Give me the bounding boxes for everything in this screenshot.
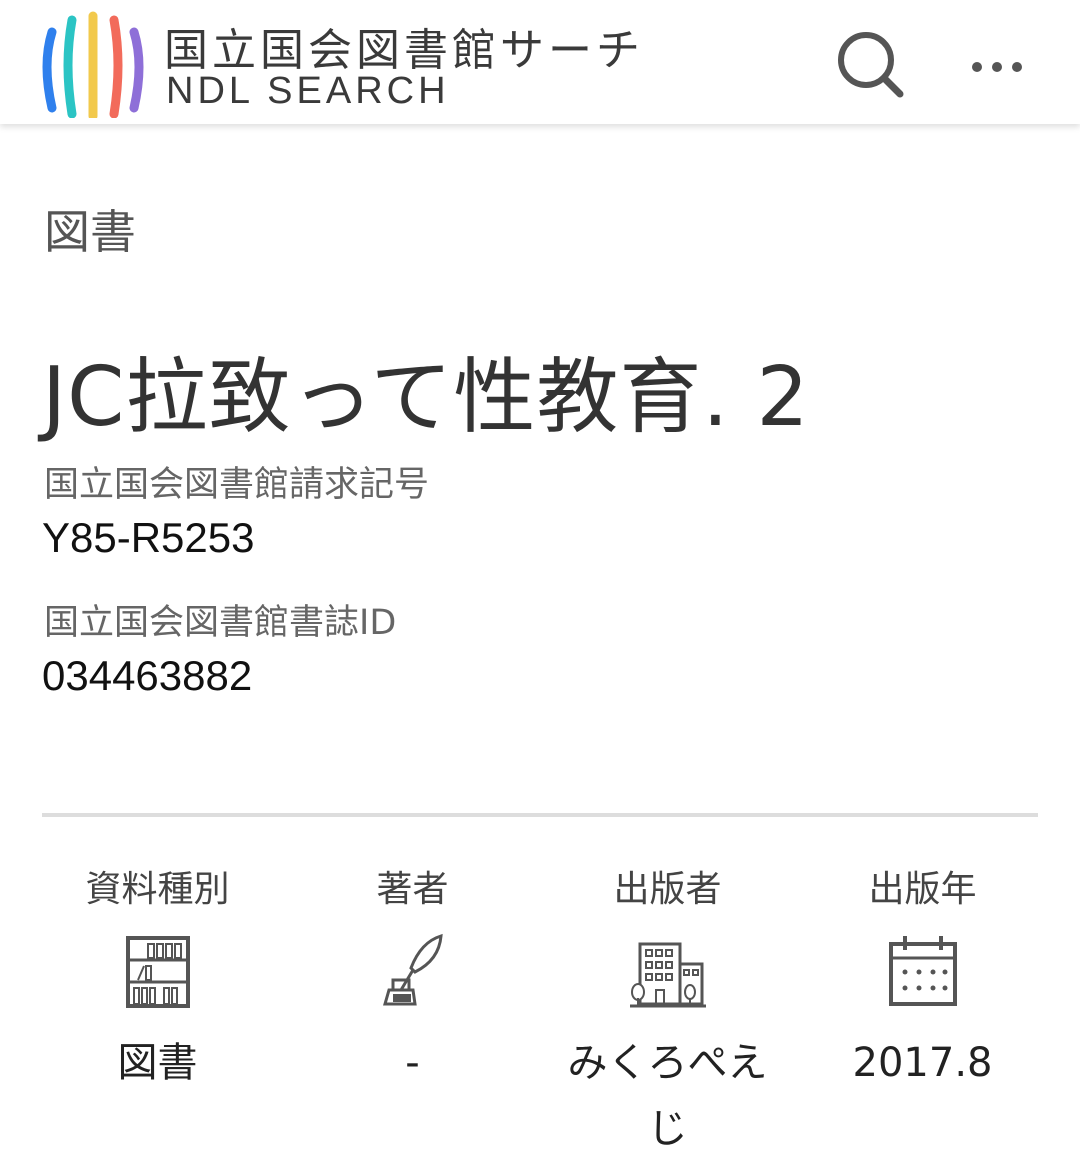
logo-text-english[interactable]: NDL SEARCH xyxy=(166,70,450,113)
summary-label: 資料種別 xyxy=(85,869,230,910)
record-title: JC拉致って性教育. 2 xyxy=(42,350,810,445)
summary-value: みくろぺえじ xyxy=(567,1040,768,1152)
quill-pen-icon xyxy=(382,933,443,1006)
record-summary: 資料種別 図書 著者 - 出版者 みくろぺえじ 出版年 2017.8 xyxy=(30,860,1050,1155)
summary-label: 著者 xyxy=(376,869,449,910)
app-header: 国立国会図書館サーチ NDL SEARCH xyxy=(0,0,1080,124)
bibliographic-id-value: 034463882 xyxy=(42,652,253,699)
call-number-value: Y85-R5253 xyxy=(42,514,255,561)
ndl-logo-icon[interactable] xyxy=(40,10,146,118)
logo-stroke-red xyxy=(109,15,123,118)
section-divider xyxy=(42,813,1038,817)
material-category: 図書 xyxy=(44,205,136,259)
logo-text-japanese[interactable]: 国立国会図書館サーチ xyxy=(164,14,644,78)
calendar-icon xyxy=(888,936,957,1006)
search-icon xyxy=(838,32,904,98)
summary-label: 出版年 xyxy=(868,869,977,910)
summary-label: 出版者 xyxy=(613,869,722,910)
bookshelf-icon xyxy=(125,936,190,1008)
summary-item-material-type: 資料種別 図書 xyxy=(30,860,285,1096)
summary-item-publisher: 出版者 みくろぺえじ xyxy=(540,860,795,1155)
summary-value: 2017.8 xyxy=(852,1040,993,1086)
more-icon xyxy=(972,62,1022,72)
search-button[interactable] xyxy=(834,28,906,100)
buildings-icon xyxy=(629,942,706,1008)
summary-item-publication-year: 出版年 2017.8 xyxy=(795,860,1050,1096)
summary-value: - xyxy=(405,1040,420,1086)
logo-stroke-purple xyxy=(129,27,144,113)
page: 国立国会図書館サーチ NDL SEARCH 図書 JC拉致って性教育. 2 国立… xyxy=(0,0,1080,1155)
logo-stroke-blue xyxy=(42,27,57,113)
summary-item-author: 著者 - xyxy=(285,860,540,1096)
summary-value: 図書 xyxy=(117,1040,198,1086)
logo-stroke-teal xyxy=(63,15,77,118)
more-menu-button[interactable] xyxy=(962,40,1032,90)
call-number-label: 国立国会図書館請求記号 xyxy=(44,465,430,505)
bibliographic-id-label: 国立国会図書館書誌ID xyxy=(44,603,397,643)
